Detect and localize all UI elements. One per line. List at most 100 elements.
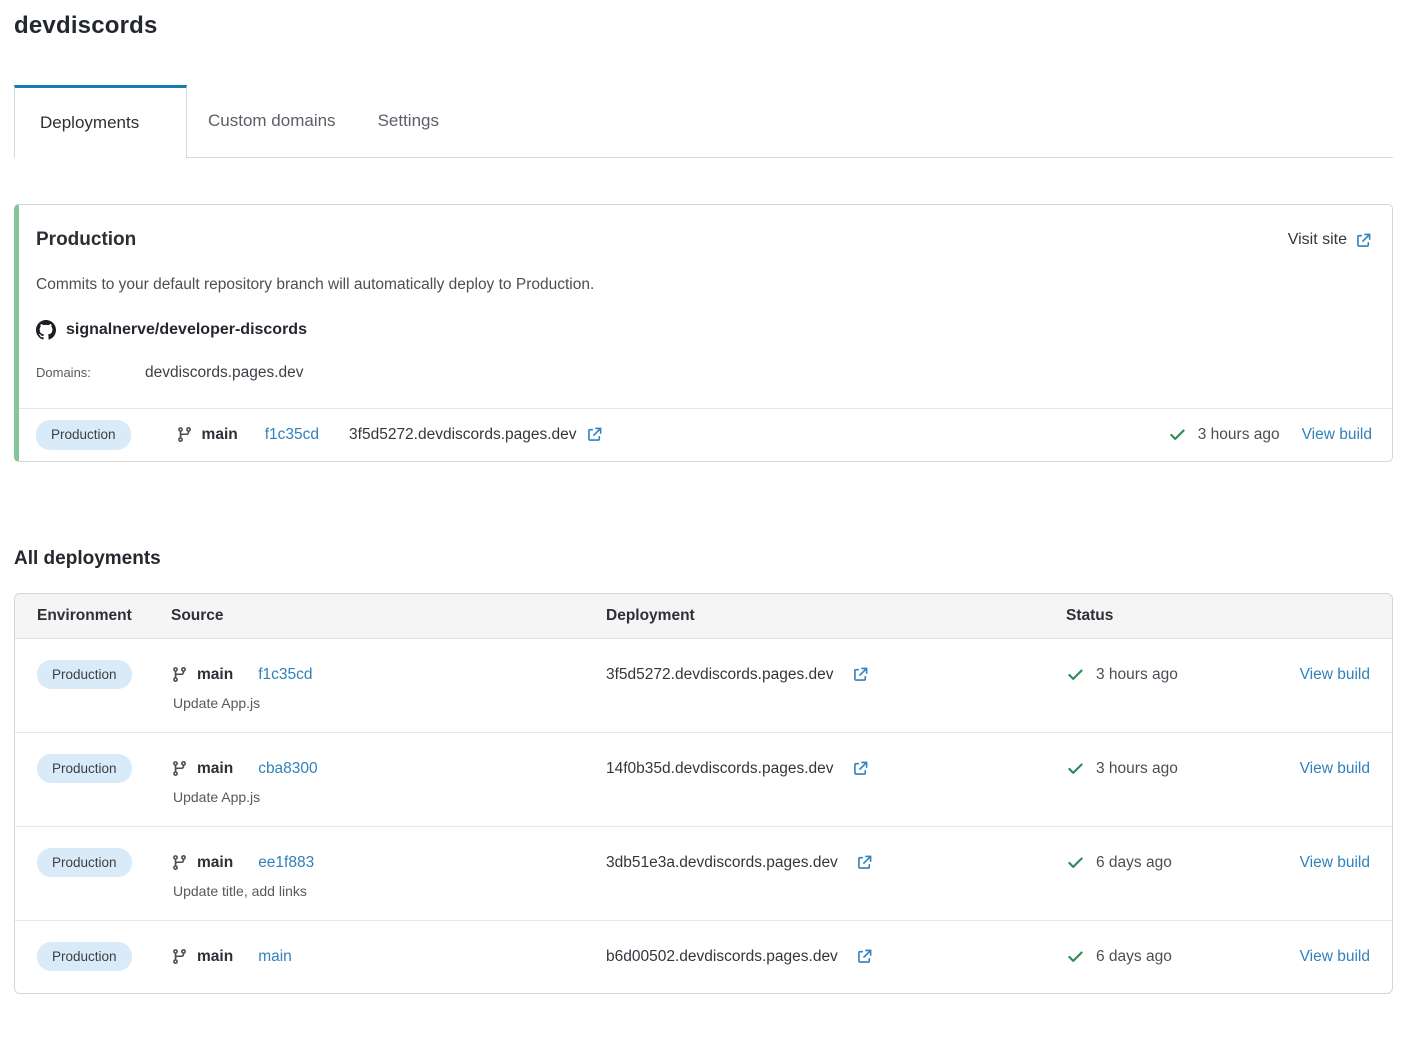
view-build-link[interactable]: View build — [1300, 760, 1370, 778]
status-time: 6 days ago — [1096, 948, 1172, 966]
git-branch-icon — [171, 666, 188, 683]
environment-cell: Production — [37, 754, 171, 784]
domains-value: devdiscords.pages.dev — [145, 364, 304, 382]
commit-message: Update App.js — [171, 695, 606, 711]
repository-link[interactable]: signalnerve/developer-discords — [36, 320, 1372, 340]
source-cell: main main — [171, 942, 606, 972]
status-cell: 6 days ago — [1066, 848, 1284, 878]
column-source: Source — [171, 607, 606, 625]
column-environment: Environment — [37, 607, 171, 625]
environment-badge: Production — [37, 660, 132, 690]
deployment-status: 3 hours ago — [1066, 759, 1178, 778]
action-cell: View build — [1284, 754, 1370, 784]
branch-group: main — [176, 426, 238, 444]
production-card-body: Production Visit site Commits to your de… — [19, 205, 1392, 408]
domains-row: Domains: devdiscords.pages.dev — [36, 364, 1372, 382]
environment-badge: Production — [37, 848, 132, 878]
status-time: 3 hours ago — [1096, 666, 1178, 684]
production-card-title: Production — [36, 229, 136, 251]
deployment-cell: 14f0b35d.devdiscords.pages.dev — [606, 754, 1066, 784]
action-cell: View build — [1284, 660, 1370, 690]
tab-custom-domains-label: Custom domains — [208, 111, 336, 131]
environment-cell: Production — [37, 660, 171, 690]
deployment-url-text: 14f0b35d.devdiscords.pages.dev — [606, 760, 834, 778]
external-link-icon[interactable] — [852, 666, 869, 683]
column-deployment: Deployment — [606, 607, 1066, 625]
commit-link[interactable]: main — [258, 948, 292, 966]
commit-link[interactable]: ee1f883 — [258, 854, 314, 872]
production-card: Production Visit site Commits to your de… — [14, 204, 1393, 462]
deployment-status: 6 days ago — [1066, 947, 1172, 966]
production-deployment-row: Production main f1c35cd 3f5d5272.devdisc… — [19, 408, 1392, 461]
deployment-cell: 3f5d5272.devdiscords.pages.dev — [606, 660, 1066, 690]
source-cell: main f1c35cd Update App.js — [171, 660, 606, 711]
deployment-cell: 3db51e3a.devdiscords.pages.dev — [606, 848, 1066, 878]
branch-group: main — [171, 666, 233, 684]
environment-badge: Production — [36, 420, 131, 450]
deployment-url: b6d00502.devdiscords.pages.dev — [606, 948, 873, 966]
deployment-url-text: 3f5d5272.devdiscords.pages.dev — [606, 666, 834, 684]
branch-group: main — [171, 854, 233, 872]
commit-link[interactable]: f1c35cd — [258, 666, 312, 684]
deployments-table: Environment Source Deployment Status Pro… — [14, 593, 1393, 994]
environment-badge: Production — [37, 754, 132, 784]
view-build-link[interactable]: View build — [1302, 426, 1372, 444]
deployments-table-header: Environment Source Deployment Status — [15, 594, 1392, 639]
deployment-url-text: 3db51e3a.devdiscords.pages.dev — [606, 854, 838, 872]
source-cell: main cba8300 Update App.js — [171, 754, 606, 805]
visit-site-label: Visit site — [1288, 231, 1347, 249]
table-row: Production main f1c35cd Update App.js 3f… — [15, 639, 1392, 733]
deployment-url: 3f5d5272.devdiscords.pages.dev — [606, 666, 869, 684]
check-icon — [1066, 665, 1085, 684]
status-cell: 6 days ago — [1066, 942, 1284, 972]
external-link-icon[interactable] — [856, 854, 873, 871]
view-build-link[interactable]: View build — [1300, 854, 1370, 872]
branch-group: main — [171, 760, 233, 778]
table-row: Production main cba8300 Update App.js 14… — [15, 733, 1392, 827]
view-build-link[interactable]: View build — [1300, 666, 1370, 684]
all-deployments-title: All deployments — [14, 548, 1393, 570]
status-cell: 3 hours ago — [1066, 660, 1284, 690]
domains-label: Domains: — [36, 365, 145, 380]
external-link-icon[interactable] — [852, 760, 869, 777]
check-icon — [1066, 759, 1085, 778]
deployment-cell: b6d00502.devdiscords.pages.dev — [606, 942, 1066, 972]
action-cell: View build — [1284, 942, 1370, 972]
column-status: Status — [1066, 607, 1284, 625]
tab-deployments-label: Deployments — [40, 113, 139, 133]
commit-message: Update App.js — [171, 789, 606, 805]
check-icon — [1168, 425, 1187, 444]
environment-badge: Production — [37, 942, 132, 972]
tab-bar: Deployments Custom domains Settings — [14, 85, 1393, 158]
pages-project-page: devdiscords Deployments Custom domains S… — [0, 0, 1413, 1010]
deployment-url-text: 3f5d5272.devdiscords.pages.dev — [349, 426, 577, 444]
commit-message: Update title, add links — [171, 883, 606, 899]
external-link-icon[interactable] — [856, 948, 873, 965]
tab-deployments[interactable]: Deployments — [14, 85, 187, 158]
commit-link[interactable]: f1c35cd — [265, 426, 319, 444]
status-time: 6 days ago — [1096, 854, 1172, 872]
deployment-status: 6 days ago — [1066, 853, 1172, 872]
check-icon — [1066, 853, 1085, 872]
page-title: devdiscords — [14, 12, 1393, 40]
tab-custom-domains[interactable]: Custom domains — [187, 85, 357, 157]
commit-link[interactable]: cba8300 — [258, 760, 317, 778]
deployments-table-body: Production main f1c35cd Update App.js 3f… — [15, 639, 1392, 993]
branch-name: main — [197, 760, 233, 778]
git-branch-icon — [171, 948, 188, 965]
git-branch-icon — [176, 426, 193, 443]
deployment-status: 3 hours ago — [1066, 665, 1178, 684]
view-build-link[interactable]: View build — [1300, 948, 1370, 966]
deployment-status: 3 hours ago — [1168, 425, 1280, 444]
branch-name: main — [197, 666, 233, 684]
production-description: Commits to your default repository branc… — [36, 276, 1372, 294]
deployment-url-text: b6d00502.devdiscords.pages.dev — [606, 948, 838, 966]
external-link-icon[interactable] — [586, 426, 603, 443]
branch-name: main — [197, 948, 233, 966]
git-branch-icon — [171, 854, 188, 871]
table-row: Production main main b6d00502.devdiscord… — [15, 921, 1392, 993]
environment-cell: Production — [37, 942, 171, 972]
check-icon — [1066, 947, 1085, 966]
visit-site-link[interactable]: Visit site — [1288, 231, 1372, 249]
tab-settings[interactable]: Settings — [357, 85, 460, 157]
